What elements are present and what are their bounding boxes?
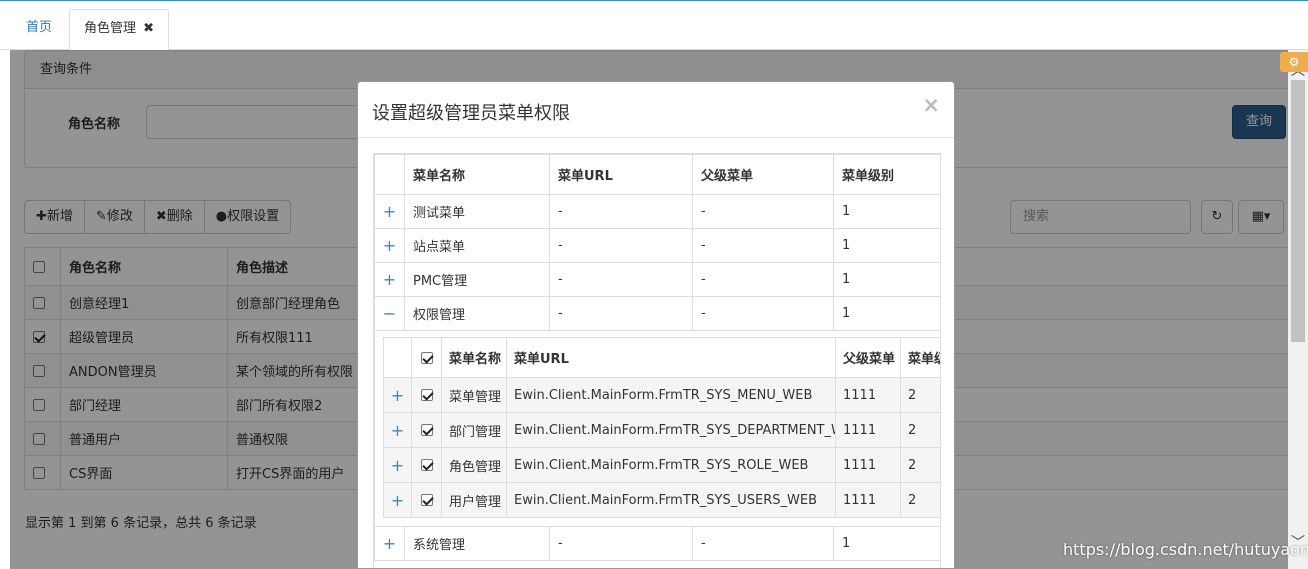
expand-icon[interactable]: + [383, 482, 412, 518]
watermark: https://blog.csdn.net/hutuyaoniexi [1063, 540, 1308, 559]
menu-name: 站点菜单 [404, 228, 550, 263]
submenu-level: 2 [900, 447, 940, 483]
tab-home[interactable]: 首页 [12, 9, 66, 51]
submenu-level: 2 [900, 412, 940, 448]
row-checkbox-cell[interactable] [411, 482, 442, 518]
menu-header-row: 菜单名称 菜单URL 父级菜单 菜单级别 [374, 154, 940, 195]
expand-icon[interactable]: + [383, 447, 412, 483]
col-menu-url[interactable]: 菜单URL [506, 337, 836, 378]
menu-name: PMC管理 [404, 262, 550, 297]
menu-parent: - [692, 262, 834, 297]
expand-icon[interactable]: + [383, 377, 412, 413]
submenu-name: 菜单管理 [441, 377, 507, 413]
col-menu-level[interactable]: 菜单级别 [833, 154, 940, 195]
tab-label: 角色管理 [84, 21, 137, 36]
menu-url: - [549, 296, 693, 331]
menu-parent: - [692, 194, 834, 229]
expand-icon[interactable]: + [374, 526, 405, 561]
menu-level: 1 [833, 526, 940, 561]
row-checkbox-cell[interactable] [411, 377, 442, 413]
close-icon[interactable]: ✖ [143, 21, 154, 36]
menu-row[interactable]: + PMC管理 - - 1 [374, 262, 940, 297]
submenu-url: Ewin.Client.MainForm.FrmTR_SYS_DEPARTMEN… [506, 412, 836, 448]
collapse-icon[interactable]: − [374, 296, 405, 331]
submenu-name: 角色管理 [441, 447, 507, 483]
menu-url: - [549, 526, 693, 561]
submenu-name: 部门管理 [441, 412, 507, 448]
expand-icon[interactable]: + [383, 412, 412, 448]
select-all-cell[interactable] [411, 337, 442, 378]
row-checkbox[interactable] [420, 389, 433, 401]
expand-col [383, 337, 412, 378]
expand-icon[interactable]: + [374, 228, 405, 263]
submenu-detail-cell: 菜单名称 菜单URL 父级菜单 菜单级 + 菜单管理 Ewin.Client.M… [374, 330, 940, 527]
close-icon[interactable]: × [922, 93, 940, 117]
menu-name: 测试菜单 [404, 194, 550, 229]
scroll-thumb[interactable] [1291, 80, 1305, 342]
select-all-checkbox[interactable] [420, 351, 433, 364]
menu-name: 权限管理 [404, 296, 550, 331]
expand-col [374, 154, 405, 195]
col-menu-name[interactable]: 菜单名称 [441, 337, 507, 378]
menu-parent: - [692, 526, 834, 561]
menu-row[interactable]: + 测试菜单 - - 1 [374, 194, 940, 229]
row-checkbox-cell[interactable] [411, 447, 442, 483]
col-menu-url[interactable]: 菜单URL [549, 154, 693, 195]
menu-row[interactable]: + 系统管理 - - 1 [374, 526, 940, 561]
menu-row[interactable]: − 权限管理 - - 1 [374, 296, 940, 331]
submenu-parent: 1111 [835, 377, 901, 413]
submenu-name: 用户管理 [441, 482, 507, 518]
submenu-header-row: 菜单名称 菜单URL 父级菜单 菜单级 [383, 337, 940, 378]
menu-url: - [549, 194, 693, 229]
row-checkbox[interactable] [420, 424, 433, 436]
menu-url: - [549, 262, 693, 297]
menu-level: 1 [833, 296, 940, 331]
row-checkbox[interactable] [420, 494, 433, 506]
submenu-url: Ewin.Client.MainForm.FrmTR_SYS_MENU_WEB [506, 377, 836, 413]
col-menu-name[interactable]: 菜单名称 [404, 154, 550, 195]
menu-parent: - [692, 296, 834, 331]
permission-modal: 设置超级管理员菜单权限 × 菜单名称 菜单URL 父级菜单 菜单级别 + 测试菜… [357, 81, 955, 569]
submenu-row[interactable]: + 菜单管理 Ewin.Client.MainForm.FrmTR_SYS_ME… [383, 377, 940, 413]
submenu-row[interactable]: + 角色管理 Ewin.Client.MainForm.FrmTR_SYS_RO… [383, 447, 940, 483]
menu-level: 1 [833, 228, 940, 263]
submenu-url: Ewin.Client.MainForm.FrmTR_SYS_ROLE_WEB [506, 447, 836, 483]
submenu-url: Ewin.Client.MainForm.FrmTR_SYS_USERS_WEB [506, 482, 836, 518]
tab-bar: 首页 角色管理 ✖ [0, 0, 1308, 51]
menu-level: 1 [833, 194, 940, 229]
col-parent-menu[interactable]: 父级菜单 [692, 154, 834, 195]
col-parent-menu[interactable]: 父级菜单 [835, 337, 901, 378]
row-checkbox-cell[interactable] [411, 412, 442, 448]
row-checkbox[interactable] [420, 459, 433, 471]
submenu-row[interactable]: + 用户管理 Ewin.Client.MainForm.FrmTR_SYS_US… [383, 482, 940, 518]
modal-header: 设置超级管理员菜单权限 × [358, 82, 954, 138]
submenu-parent: 1111 [835, 447, 901, 483]
menu-row[interactable]: + 站点菜单 - - 1 [374, 228, 940, 263]
expand-icon[interactable]: + [374, 262, 405, 297]
submenu-row[interactable]: + 部门管理 Ewin.Client.MainForm.FrmTR_SYS_DE… [383, 412, 940, 448]
submenu-detail-row: 菜单名称 菜单URL 父级菜单 菜单级 + 菜单管理 Ewin.Client.M… [374, 330, 940, 527]
expand-icon[interactable]: + [374, 194, 405, 229]
gear-icon[interactable]: ⚙ [1280, 52, 1308, 72]
submenu-parent: 1111 [835, 412, 901, 448]
menu-url: - [549, 228, 693, 263]
menu-parent: - [692, 228, 834, 263]
modal-title: 设置超级管理员菜单权限 [372, 103, 570, 124]
menu-level: 1 [833, 262, 940, 297]
submenu-parent: 1111 [835, 482, 901, 518]
menu-table: 菜单名称 菜单URL 父级菜单 菜单级别 + 测试菜单 - - 1 + 站点菜单… [374, 154, 940, 561]
menu-name: 系统管理 [404, 526, 550, 561]
col-menu-level[interactable]: 菜单级 [900, 337, 940, 378]
tab-role-management[interactable]: 角色管理 ✖ [69, 9, 170, 51]
page-scrollbar[interactable]: ︿ ﹀ [1288, 50, 1308, 569]
submenu-level: 2 [900, 377, 940, 413]
submenu-level: 2 [900, 482, 940, 518]
submenu-table: 菜单名称 菜单URL 父级菜单 菜单级 + 菜单管理 Ewin.Client.M… [383, 337, 940, 518]
menu-tree-table-wrapper[interactable]: 菜单名称 菜单URL 父级菜单 菜单级别 + 测试菜单 - - 1 + 站点菜单… [373, 153, 941, 568]
